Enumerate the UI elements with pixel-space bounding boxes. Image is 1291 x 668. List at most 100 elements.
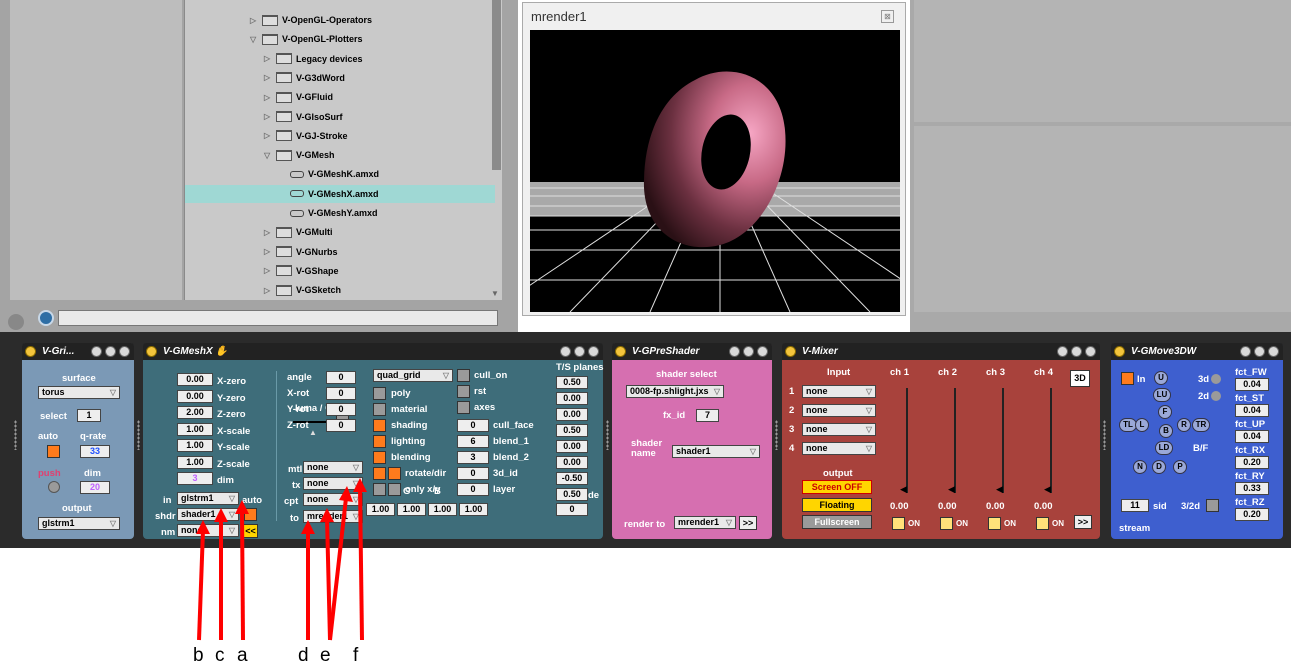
search-input[interactable]: [58, 310, 498, 326]
expand-icon[interactable]: ▷: [264, 247, 276, 256]
ts-plane-number[interactable]: 0.50: [556, 376, 588, 389]
channel-fader-track[interactable]: [906, 388, 908, 493]
fader-handle-icon[interactable]: ◀: [996, 484, 1003, 495]
browser-item[interactable]: ▷ V-GNurbs: [185, 243, 495, 261]
browser-item[interactable]: ▷ Legacy devices: [185, 50, 495, 68]
rot-Z-rot-number[interactable]: 0: [326, 419, 356, 432]
sid-number[interactable]: 11: [1121, 499, 1149, 512]
expand-icon[interactable]: ▷: [264, 266, 276, 275]
nav-f-button[interactable]: F: [1158, 405, 1172, 419]
browser-item[interactable]: ▽ V-OpenGL-Plotters: [185, 30, 495, 48]
nav-n-button[interactable]: N: [1133, 460, 1147, 474]
surface-menu[interactable]: torus: [38, 386, 120, 399]
shader-name-menu[interactable]: shader1: [672, 445, 760, 458]
expand-icon[interactable]: ▷: [264, 228, 276, 237]
nav-d-button[interactable]: D: [1152, 460, 1166, 474]
edit-icon[interactable]: [1071, 346, 1082, 357]
browser-item[interactable]: ▷ V-OpenGL-Operators: [185, 11, 495, 29]
device-grip[interactable]: [14, 420, 17, 450]
blend-3did-number[interactable]: 0: [457, 467, 489, 480]
input-menu[interactable]: none: [802, 385, 876, 398]
browser-item[interactable]: ▷ V-GFluid: [185, 88, 495, 106]
cpt-menu[interactable]: none: [303, 493, 363, 506]
3d-button[interactable]: 3D: [1070, 370, 1090, 387]
fct-number[interactable]: 0.04: [1235, 378, 1269, 391]
save-icon[interactable]: [1085, 346, 1096, 357]
channel-fader-track[interactable]: [1050, 388, 1052, 493]
expand-icon[interactable]: ▷: [264, 54, 276, 63]
power-icon[interactable]: [785, 346, 796, 357]
param-Y-zero-number[interactable]: 0.00: [177, 389, 213, 403]
toggle-rotatedir-2[interactable]: [388, 467, 401, 480]
param-Z-zero-number[interactable]: 2.00: [177, 406, 213, 419]
power-icon[interactable]: [1114, 346, 1125, 357]
toggle-onlyxy-2[interactable]: [388, 483, 401, 496]
edit-icon[interactable]: [1254, 346, 1265, 357]
output-menu[interactable]: glstrm1: [38, 517, 120, 530]
param-dim-number[interactable]: 3: [177, 472, 213, 485]
fx-id-number[interactable]: 7: [696, 409, 719, 422]
blend-blend2-number[interactable]: 3: [457, 451, 489, 464]
nav-u-button[interactable]: U: [1154, 371, 1168, 385]
ts-plane-number[interactable]: 0.00: [556, 392, 588, 405]
toggle-shading[interactable]: [373, 419, 386, 432]
rgba-r-number[interactable]: 1.00: [366, 503, 395, 516]
nav-tr-button[interactable]: TR: [1192, 418, 1210, 432]
channel-on-toggle[interactable]: [1036, 517, 1049, 530]
input-menu[interactable]: none: [802, 423, 876, 436]
3d-toggle[interactable]: [1211, 374, 1221, 384]
flag-cullon-toggle[interactable]: [457, 369, 470, 382]
toggle-blending[interactable]: [373, 451, 386, 464]
rgba-a-number[interactable]: 1.00: [459, 503, 488, 516]
nm-menu[interactable]: none: [177, 524, 239, 537]
save-icon[interactable]: [588, 346, 599, 357]
hot-swap-icon[interactable]: [729, 346, 740, 357]
expand-icon[interactable]: ▽: [264, 151, 276, 160]
rot-X-rot-number[interactable]: 0: [326, 387, 356, 400]
push-button[interactable]: [48, 481, 60, 493]
edit-icon[interactable]: [105, 346, 116, 357]
shdr-menu[interactable]: shader1: [177, 508, 239, 521]
channel-on-toggle[interactable]: [892, 517, 905, 530]
toggle-material[interactable]: [373, 403, 386, 416]
power-icon[interactable]: [146, 346, 157, 357]
ts-plane-number[interactable]: -0.50: [556, 472, 588, 485]
expand-icon[interactable]: ▷: [264, 73, 276, 82]
toggle-rotatedir[interactable]: [373, 467, 386, 480]
rgba-g-number[interactable]: 1.00: [397, 503, 426, 516]
in-menu[interactable]: glstrm1: [177, 492, 239, 505]
hot-swap-icon[interactable]: [91, 346, 102, 357]
rot-Y-rot-number[interactable]: 0: [326, 403, 356, 416]
save-icon[interactable]: [1268, 346, 1279, 357]
mixer-forward-button[interactable]: >>: [1074, 515, 1092, 529]
channel-on-toggle[interactable]: [940, 517, 953, 530]
hot-swap-icon[interactable]: [1057, 346, 1068, 357]
browser-item[interactable]: ▷ V-GIsoSurf: [185, 108, 495, 126]
edit-icon[interactable]: [743, 346, 754, 357]
fader-handle-icon[interactable]: ◀: [1044, 484, 1051, 495]
ts-plane-number[interactable]: 0.50: [556, 424, 588, 437]
render-to-menu[interactable]: mrender1: [674, 516, 736, 529]
nav-b-button[interactable]: B: [1159, 424, 1173, 438]
shader-select-menu[interactable]: 0008-fp.shlight.jxs: [626, 385, 724, 398]
nav-ld-button[interactable]: LD: [1155, 441, 1173, 455]
browser-item[interactable]: ▷ V-GSketch: [185, 281, 495, 299]
tx-mode-number[interactable]: 0: [556, 503, 588, 516]
flag-rst-toggle[interactable]: [457, 385, 470, 398]
browser-scrollbar[interactable]: [492, 0, 501, 170]
fct-number[interactable]: 0.20: [1235, 456, 1269, 469]
32d-toggle[interactable]: [1206, 499, 1219, 512]
in-toggle[interactable]: [1121, 372, 1134, 385]
browser-item[interactable]: V-GMeshY.amxd: [185, 204, 495, 222]
browser-toggle-icon[interactable]: [8, 314, 24, 330]
browser-item[interactable]: V-GMeshK.amxd: [185, 165, 495, 183]
nav-l-button[interactable]: L: [1135, 418, 1149, 432]
fct-number[interactable]: 0.20: [1235, 508, 1269, 521]
param-Z-scale-number[interactable]: 1.00: [177, 455, 213, 469]
power-icon[interactable]: [25, 346, 36, 357]
hot-swap-icon[interactable]: [560, 346, 571, 357]
device-grip[interactable]: [1103, 420, 1106, 450]
blend-layer-number[interactable]: 0: [457, 483, 489, 496]
expand-icon[interactable]: ▽: [250, 35, 262, 44]
ts-plane-number[interactable]: 0.00: [556, 456, 588, 469]
